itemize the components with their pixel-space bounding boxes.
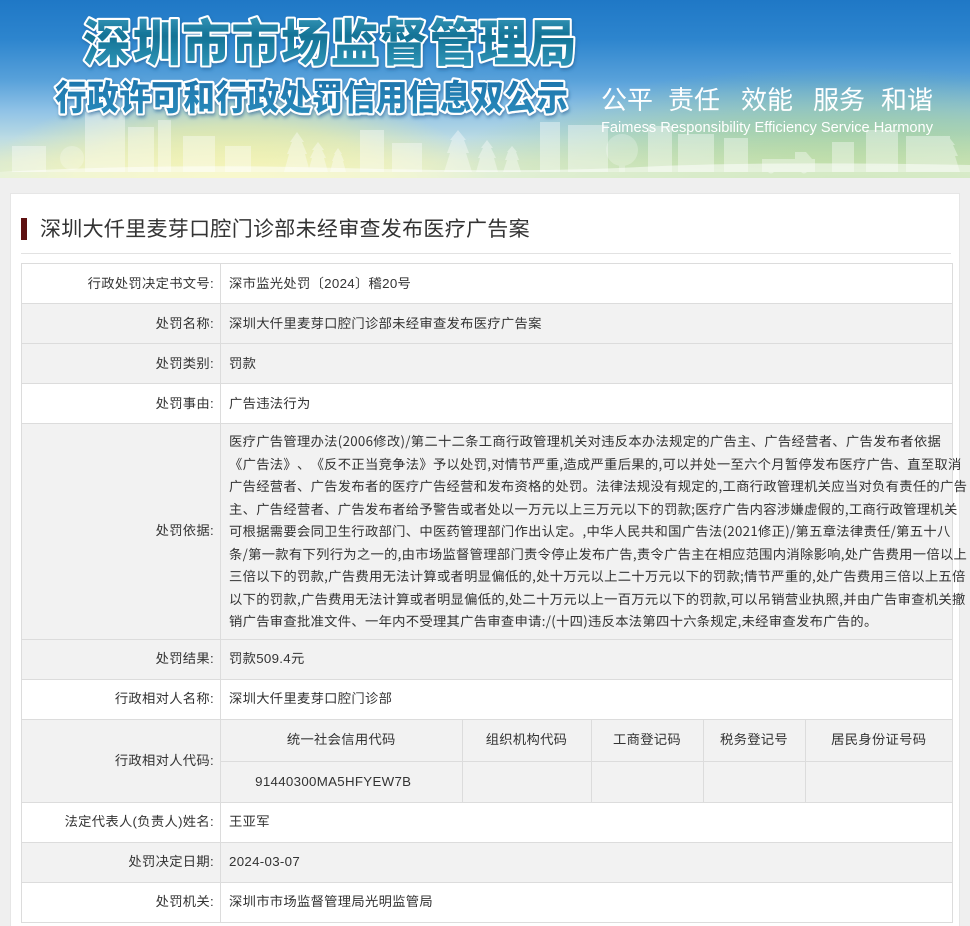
- svg-text:和谐: 和谐: [881, 80, 933, 117]
- svg-text:Faimess Responsibility Effic: Faimess Responsibility Efficiency Servic…: [601, 119, 933, 136]
- svg-text:责任: 责任: [668, 80, 720, 117]
- svg-text:服务: 服务: [813, 80, 865, 117]
- svg-text:公平: 公平: [601, 80, 653, 117]
- svg-text:效能: 效能: [741, 80, 793, 117]
- svg-text:深圳市市场监督管理局: 深圳市市场监督管理局: [83, 4, 578, 77]
- svg-text:行政许可和行政处罚信用信息双公示: 行政许可和行政处罚信用信息双公示: [55, 69, 569, 121]
